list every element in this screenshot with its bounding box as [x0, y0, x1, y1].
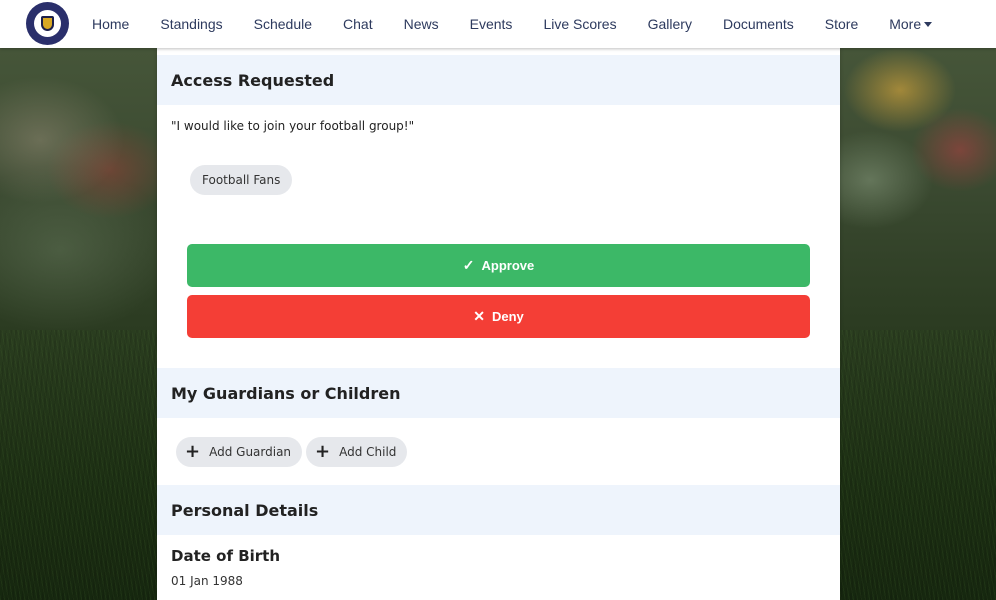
nav-item-schedule[interactable]: Schedule [254, 16, 312, 32]
nav-item-events[interactable]: Events [470, 16, 513, 32]
nav-item-live-scores[interactable]: Live Scores [543, 16, 616, 32]
add-child-button[interactable]: + Add Child [306, 437, 408, 467]
add-child-label: Add Child [339, 445, 397, 459]
nav-item-news[interactable]: News [404, 16, 439, 32]
approve-button[interactable]: ✓ Approve [187, 244, 810, 287]
profile-card: Access Requested "I would like to join y… [157, 48, 840, 600]
section-header-personal-details: Personal Details [157, 485, 840, 535]
date-of-birth-label: Date of Birth [171, 547, 281, 565]
nav-links: Home Standings Schedule Chat News Events… [92, 0, 963, 48]
club-logo[interactable] [26, 2, 69, 45]
deny-button[interactable]: ✕ Deny [187, 295, 810, 338]
nav-item-more[interactable]: More [889, 16, 933, 32]
nav-item-home[interactable]: Home [92, 16, 129, 32]
close-icon: ✕ [473, 308, 485, 324]
nav-item-standings[interactable]: Standings [160, 16, 222, 32]
approve-button-label: Approve [481, 258, 535, 273]
nav-item-more-label: More [889, 16, 922, 32]
nav-item-gallery[interactable]: Gallery [648, 16, 692, 32]
club-logo-inner [34, 10, 61, 37]
date-of-birth-value: 01 Jan 1988 [171, 574, 243, 588]
nav-item-chat[interactable]: Chat [343, 16, 373, 32]
top-navbar: Home Standings Schedule Chat News Events… [0, 0, 996, 48]
add-guardian-button[interactable]: + Add Guardian [176, 437, 303, 467]
add-guardian-label: Add Guardian [209, 445, 292, 459]
deny-button-label: Deny [491, 309, 524, 324]
check-icon: ✓ [462, 257, 475, 273]
shield-icon [41, 16, 54, 31]
nav-item-documents[interactable]: Documents [723, 16, 794, 32]
plus-icon: + [315, 441, 331, 462]
caret-down-icon [924, 22, 933, 27]
access-request-message: "I would like to join your football grou… [171, 119, 415, 133]
group-chip: Football Fans [190, 165, 293, 195]
plus-icon: + [185, 441, 201, 462]
section-header-access-requested: Access Requested [157, 55, 840, 105]
nav-item-store[interactable]: Store [825, 16, 858, 32]
section-header-guardians: My Guardians or Children [157, 368, 840, 418]
